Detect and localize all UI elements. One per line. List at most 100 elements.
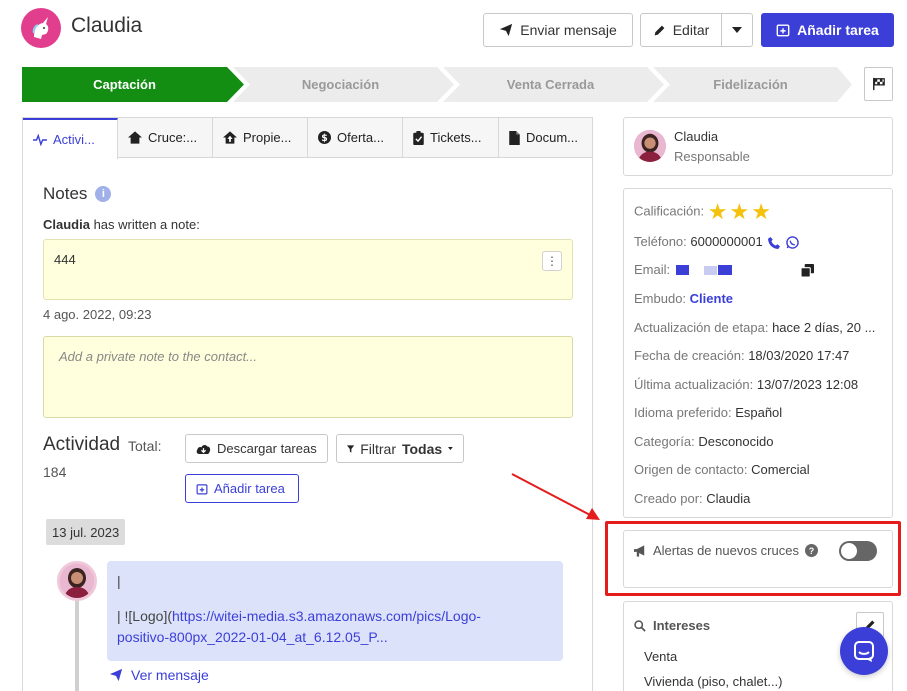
updated-value: 13/07/2023 12:08 xyxy=(756,377,859,392)
edit-button[interactable]: Editar xyxy=(640,13,722,47)
phone-row: Teléfono: 6000000001 xyxy=(634,234,799,249)
timeline-date-chip: 13 jul. 2023 xyxy=(46,519,126,545)
note-author-suffix: has written a note: xyxy=(89,217,200,232)
flag-button[interactable] xyxy=(864,67,893,101)
calendar-plus-icon xyxy=(776,24,790,37)
creator-row: Creado por: Claudia xyxy=(634,491,750,506)
note-card: 444 ⋮ xyxy=(43,239,573,300)
language-row: Idioma preferido: Español xyxy=(634,405,782,420)
funnel-label: Embudo: xyxy=(634,291,687,306)
send-message-button[interactable]: Enviar mensaje xyxy=(483,13,633,47)
note-author-line: Claudia has written a note: xyxy=(43,217,200,232)
notes-heading: Notes i xyxy=(43,184,112,204)
dollar-circle-icon: $ xyxy=(318,131,331,144)
paper-plane-icon xyxy=(500,23,513,37)
star-icon[interactable]: ★ xyxy=(708,201,728,223)
contact-avatar xyxy=(21,8,61,48)
activity-total-label: Total: xyxy=(128,438,162,454)
activity-title: Actividad xyxy=(43,434,121,455)
phone-value[interactable]: 6000000001 xyxy=(690,234,762,249)
timeline-avatar xyxy=(57,561,97,601)
see-message-link[interactable]: Ver mensaje xyxy=(109,667,209,683)
language-label: Idioma preferido: xyxy=(634,405,732,420)
filter-button[interactable]: Filtrar Todas xyxy=(336,434,464,463)
info-icon[interactable]: i xyxy=(95,186,112,202)
pencil-icon xyxy=(654,25,665,35)
interest-item: Vivienda (piso, chalet...) xyxy=(644,674,783,689)
tab-tickets[interactable]: Tickets... xyxy=(403,118,499,157)
email-label: Email: xyxy=(634,262,671,277)
created-row: Fecha de creación: 18/03/2020 17:47 xyxy=(634,348,849,363)
stage-negociacion[interactable]: Negociación xyxy=(238,67,443,102)
note-date: 4 ago. 2022, 09:23 xyxy=(43,307,152,322)
search-icon xyxy=(634,619,646,632)
category-value: Desconocido xyxy=(698,434,774,449)
copy-icon[interactable] xyxy=(800,264,815,278)
stage-update-value: hace 2 días, 20 ... xyxy=(772,320,876,335)
svg-text:$: $ xyxy=(321,133,327,144)
private-note-input[interactable]: Add a private note to the contact... xyxy=(43,336,573,418)
whatsapp-icon[interactable] xyxy=(786,236,799,249)
calendar-plus-icon xyxy=(196,483,208,494)
activity-add-task-button[interactable]: Añadir tarea xyxy=(185,474,299,503)
category-row: Categoría: Desconocido xyxy=(634,434,773,449)
activity-total-count: 184 xyxy=(43,464,67,480)
send-message-label: Enviar mensaje xyxy=(520,22,617,38)
stage-update-label: Actualización de etapa: xyxy=(634,320,769,335)
add-task-button[interactable]: Añadir tarea xyxy=(761,13,894,47)
filter-value: Todas xyxy=(401,440,443,457)
unicorn-icon xyxy=(32,17,49,39)
heartbeat-icon xyxy=(33,133,47,146)
home-icon xyxy=(128,131,142,144)
tab-offers[interactable]: $ Oferta... xyxy=(308,118,403,157)
phone-icon[interactable] xyxy=(768,236,781,249)
message-bubble: | | ![Logo](https://witei-media.s3.amazo… xyxy=(107,561,563,661)
interests-title: Intereses xyxy=(653,618,711,633)
message-line-2: | ![Logo](https://witei-media.s3.amazona… xyxy=(117,606,553,627)
contact-name: Claudia xyxy=(71,14,143,37)
highlight-frame xyxy=(605,521,901,596)
edit-dropdown-button[interactable] xyxy=(721,13,753,47)
rating-label: Calificación: xyxy=(634,203,705,219)
star-icon[interactable]: ★ xyxy=(751,201,771,223)
funnel-value[interactable]: Cliente xyxy=(690,291,733,306)
house-upload-icon xyxy=(223,131,237,144)
message-link[interactable]: https://witei-media.s3.amazonaws.com/pic… xyxy=(172,608,481,624)
tab-properties-label: Propie... xyxy=(243,130,292,145)
annotation-arrow xyxy=(511,473,600,520)
caret-down-icon xyxy=(732,27,742,33)
origin-value: Comercial xyxy=(751,462,810,477)
language-value: Español xyxy=(735,405,783,420)
pipeline-stages: Captación Negociación Venta Cerrada Fide… xyxy=(22,67,852,102)
stage-update-row: Actualización de etapa: hace 2 días, 20 … xyxy=(634,320,875,335)
responsible-role: Responsable xyxy=(674,149,750,164)
funnel-row: Embudo: Cliente xyxy=(634,291,733,306)
tab-documents[interactable]: Docum... xyxy=(499,118,592,157)
star-icon[interactable]: ★ xyxy=(729,201,749,223)
tab-properties[interactable]: Propie... xyxy=(213,118,308,157)
message-link-continued[interactable]: positivo-800px_2022-01-04_at_6.12.05_P..… xyxy=(117,629,388,645)
paper-plane-icon xyxy=(109,668,123,682)
tab-matches[interactable]: Cruce:... xyxy=(118,118,213,157)
tab-offers-label: Oferta... xyxy=(337,130,384,145)
download-tasks-button[interactable]: Descargar tareas xyxy=(185,434,328,463)
contact-header: Claudia Enviar mensaje Editar Añadir tar… xyxy=(0,0,907,60)
rating-stars[interactable]: ★ ★ ★ xyxy=(708,201,771,223)
stage-venta-cerrada[interactable]: Venta Cerrada xyxy=(448,67,653,102)
tab-activity[interactable]: Activi... xyxy=(23,118,118,159)
responsible-avatar xyxy=(634,130,666,162)
activity-add-task-label: Añadir tarea xyxy=(214,481,285,496)
tab-activity-label: Activi... xyxy=(53,132,95,147)
rating-row: Calificación: ★ ★ ★ xyxy=(634,201,771,223)
stage-fidelizacion[interactable]: Fidelización xyxy=(658,67,843,102)
note-author: Claudia xyxy=(43,217,90,232)
chat-launcher-button[interactable] xyxy=(840,627,888,675)
stage-captacion[interactable]: Captación xyxy=(22,67,227,102)
cloud-download-icon xyxy=(196,444,211,454)
note-menu-icon[interactable]: ⋮ xyxy=(542,251,562,271)
chat-icon xyxy=(854,641,874,662)
person-avatar-icon xyxy=(60,564,94,598)
responsible-name: Claudia xyxy=(674,129,719,144)
redacted-email[interactable] xyxy=(674,264,734,277)
message-line-1: | xyxy=(117,573,121,589)
